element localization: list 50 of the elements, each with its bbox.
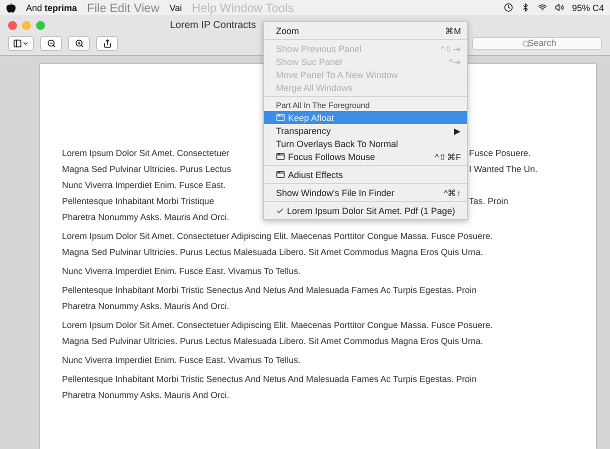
text-line: Lorem Ipsum Dolor Sit Amet. Consectetuer xyxy=(62,148,230,158)
text-line: I Wanted The Un. xyxy=(469,164,538,174)
text-line: Pellentesque Inhabitant Morbi Tristic Senectus And Netus And Malesuada Fames Ac Turpis Egestas. Proin xyxy=(62,374,478,384)
menu-item[interactable]: Show Window's File In Finder ^⌘↑ xyxy=(264,186,467,199)
wifi-icon[interactable] xyxy=(538,3,547,12)
menu-item[interactable]: Adiust Effects xyxy=(264,168,467,181)
search-field[interactable]: Search xyxy=(472,36,602,50)
text-line: Lorem Ipsum Dolor Sit Amet. Consectetuer Adipiscing Elit. Maecenas Porttitor Congue Massa. Fusce Posuere. xyxy=(62,231,494,241)
zoom-in-icon xyxy=(74,38,84,48)
window-icon xyxy=(276,113,285,122)
apple-icon[interactable] xyxy=(6,2,16,12)
clock-icon[interactable] xyxy=(504,3,513,12)
window-title: Lorem IP Contracts xyxy=(170,20,256,30)
text-line: Pharetra Nonummy Asks. Mauris And Orci. xyxy=(62,390,230,400)
text-line: Pharetra Nonummy Asks. Mauris And Orci. xyxy=(62,301,230,311)
zoom-out-icon xyxy=(46,38,56,48)
menu-item[interactable]: Zoom ⌘M xyxy=(264,24,467,37)
menu-item[interactable]: Transparency ▶ xyxy=(264,124,467,137)
share-icon xyxy=(102,38,112,48)
close-button[interactable] xyxy=(8,20,17,30)
window-icon xyxy=(276,152,285,161)
menu-item[interactable]: Turn Overlays Back To Normal xyxy=(264,137,467,150)
sidebar-button[interactable] xyxy=(8,36,34,50)
text-line: Tas. Proin xyxy=(469,196,510,206)
zoom-in-button[interactable] xyxy=(68,36,90,50)
text-line: Nunc Viverra Imperdiet Enim. Fusce East. xyxy=(62,180,227,190)
menu-title[interactable]: Vai xyxy=(170,2,182,12)
text-line: Nunc Viverra Imperdiet Enim. Fusce East. Vivamus To Tellus. xyxy=(62,266,302,276)
text-line: Magna Sed Pulvinar Ultricies. Purus Lectus Malesuada Libero. Sit Amet Commodus Magna Eros Quis Urna. xyxy=(62,247,484,257)
menu-title[interactable]: And teprima xyxy=(26,2,78,12)
zoom-out-button[interactable] xyxy=(40,36,62,50)
text-line: Pharetra Nonummy Asks. Mauris And Orci. xyxy=(62,212,230,222)
text-line: Nunc Viverra Imperdiet Enim. Fusce East. Vivamus To Tellus. xyxy=(62,355,302,365)
volume-icon[interactable] xyxy=(554,3,564,12)
menu-item[interactable]: Focus Follows Mouse ^⇧⌘F xyxy=(264,150,467,163)
text-line: Lorem Ipsum Dolor Sit Amet. Consectetuer Adipiscing Elit. Maecenas Porttitor Congue Massa. Fusce Posuere. xyxy=(62,320,494,330)
menu-item[interactable]: Lorem Ipsum Dolor Sit Amet. Pdf (1 Page) xyxy=(264,204,467,217)
battery-status[interactable]: 95% C4 xyxy=(572,2,604,12)
text-line: Pellentesque Inhabitant Morbi Tristique xyxy=(62,196,216,206)
bluetooth-icon[interactable] xyxy=(520,3,530,12)
menu-section-header: Part All In The Foreground xyxy=(275,100,371,111)
text-line: Fusce Posuere. xyxy=(469,148,532,158)
text-line: Pellentesque Inhabitant Morbi Tristic Senectus And Netus And Malesuada Fames Ac Turpis Egestas. Proin xyxy=(62,285,478,295)
text-line: Magna Sed Pulvinar Ultricies. Purus Lectus xyxy=(62,164,232,174)
text-line: Magna Sed Pulvinar Ultricies. Purus Lectus Malesuada Libero. Sit Amet Commodus Magna Eros Quis Urna. xyxy=(62,336,484,346)
share-button[interactable] xyxy=(96,36,118,50)
search-icon xyxy=(522,40,530,48)
sidebar-icon xyxy=(13,38,22,48)
window-icon xyxy=(276,170,285,179)
chevron-down-icon xyxy=(22,40,29,46)
